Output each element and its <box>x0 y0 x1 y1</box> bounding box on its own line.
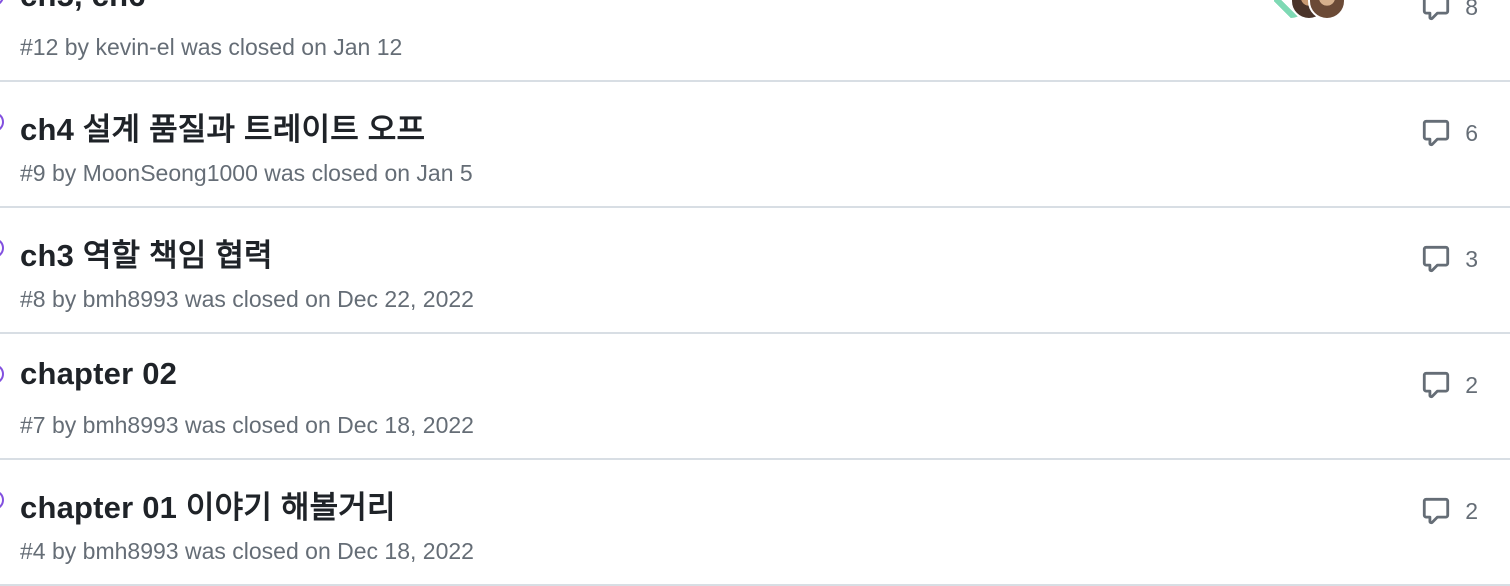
comment-count: 2 <box>1465 371 1478 398</box>
issue-author-link[interactable]: bmh8993 <box>83 286 179 312</box>
issue-status-text: was closed on <box>184 538 331 564</box>
issue-row: ch3 역할 책임 협력 #8 by bmh8993 was closed on… <box>0 208 1510 334</box>
issue-number: #7 <box>20 412 46 438</box>
closed-issue-icon <box>0 364 4 384</box>
issue-row: chapter 01 이야기 해볼거리 #4 by bmh8993 was cl… <box>0 460 1510 586</box>
issue-number: #9 <box>20 160 46 186</box>
issue-title-link[interactable]: chapter 01 이야기 해볼거리 <box>20 482 396 527</box>
issue-closed-date: Dec 18, 2022 <box>337 412 474 438</box>
issue-title-link[interactable]: chapter 02 <box>20 356 177 392</box>
by-label: by <box>51 286 77 312</box>
issue-number: #8 <box>20 286 46 312</box>
issue-author-link[interactable]: bmh8993 <box>83 412 179 438</box>
issue-number: #12 <box>20 34 59 60</box>
issue-author-link[interactable]: MoonSeong1000 <box>83 160 258 186</box>
issue-status-text: was closed on <box>184 286 331 312</box>
comment-icon <box>1423 0 1450 21</box>
issue-list: ch5, ch6 #12 by kevin-el was closed on J… <box>0 0 1510 586</box>
comment-count: 8 <box>1465 0 1478 20</box>
issue-title-link[interactable]: ch4 설계 품질과 트레이트 오프 <box>20 104 425 149</box>
issue-meta: #7 by bmh8993 was closed on Dec 18, 2022 <box>20 412 474 439</box>
comment-icon <box>1423 245 1450 273</box>
comments-link[interactable]: 2 <box>1421 370 1478 400</box>
issue-row: ch4 설계 품질과 트레이트 오프 #9 by MoonSeong1000 w… <box>0 82 1510 208</box>
comment-icon <box>1423 119 1450 147</box>
issue-meta: #12 by kevin-el was closed on Jan 12 <box>20 34 402 61</box>
issue-row: chapter 02 #7 by bmh8993 was closed on D… <box>0 334 1510 460</box>
comment-icon <box>1423 497 1450 525</box>
issue-meta: #8 by bmh8993 was closed on Dec 22, 2022 <box>20 286 474 313</box>
comment-count: 6 <box>1465 119 1478 146</box>
issue-author-link[interactable]: kevin-el <box>95 34 174 60</box>
comment-count: 2 <box>1465 497 1478 524</box>
closed-issue-icon <box>0 490 4 510</box>
issue-row: ch5, ch6 #12 by kevin-el was closed on J… <box>0 0 1510 82</box>
issue-title-link[interactable]: ch5, ch6 <box>20 0 146 14</box>
comments-link[interactable]: 8 <box>1421 0 1478 22</box>
by-label: by <box>51 412 77 438</box>
by-label: by <box>51 538 77 564</box>
issue-status-text: was closed on <box>181 34 327 60</box>
by-label: by <box>51 160 77 186</box>
comments-link[interactable]: 3 <box>1421 244 1478 274</box>
comments-link[interactable]: 6 <box>1421 118 1478 148</box>
issue-meta: #4 by bmh8993 was closed on Dec 18, 2022 <box>20 538 474 565</box>
closed-issue-icon <box>0 112 4 132</box>
assignee-avatars[interactable] <box>1272 0 1352 22</box>
comment-icon <box>1423 371 1450 399</box>
comment-count: 3 <box>1465 245 1478 272</box>
issue-closed-date: Dec 22, 2022 <box>337 286 474 312</box>
issue-title-link[interactable]: ch3 역할 책임 협력 <box>20 230 273 275</box>
issue-meta: #9 by MoonSeong1000 was closed on Jan 5 <box>20 160 473 187</box>
by-label: by <box>64 34 90 60</box>
issue-status-text: was closed on <box>184 412 331 438</box>
issue-author-link[interactable]: bmh8993 <box>83 538 179 564</box>
issue-closed-date: Jan 12 <box>333 34 403 60</box>
closed-issue-icon <box>0 238 4 258</box>
issue-number: #4 <box>20 538 46 564</box>
comments-link[interactable]: 2 <box>1421 496 1478 526</box>
issue-closed-date: Dec 18, 2022 <box>337 538 474 564</box>
issue-closed-date: Jan 5 <box>416 160 473 186</box>
closed-issue-icon <box>0 0 4 6</box>
issue-status-text: was closed on <box>264 160 411 186</box>
